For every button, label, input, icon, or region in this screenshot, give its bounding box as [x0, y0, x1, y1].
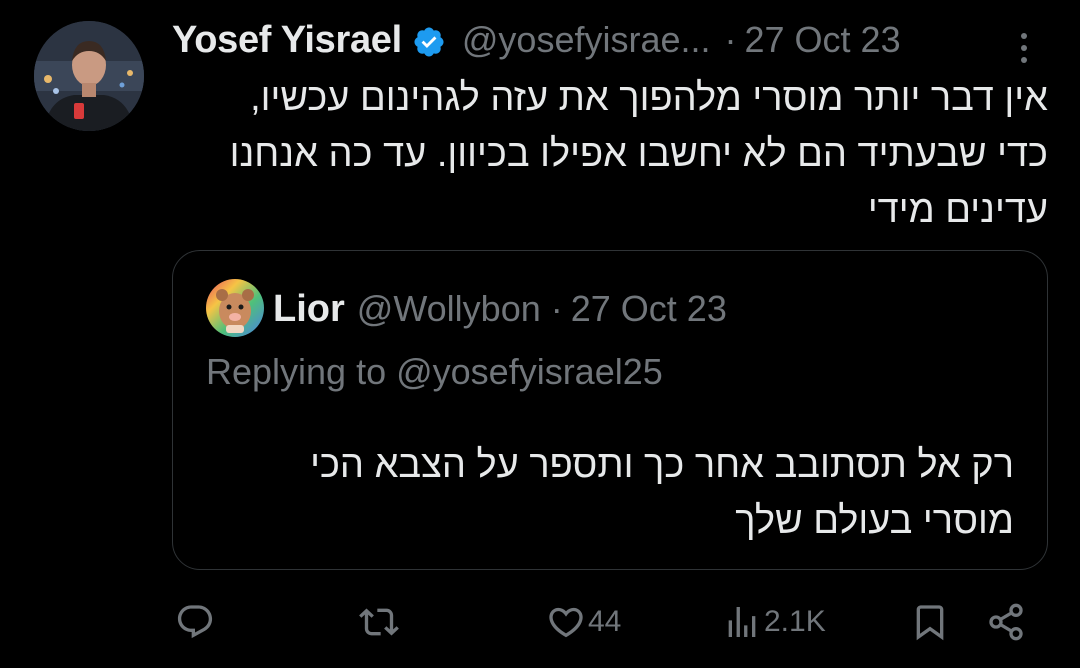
retweet-button[interactable] [359, 598, 401, 646]
quoted-text-line: מוסרי בעולם שלך [735, 500, 1014, 542]
tweet-text: אין דבר יותר מוסרי מלהפוך את עזה לגהינום… [172, 70, 1048, 238]
tweet-text-line: כדי שבעתיד הם לא יחשבו אפילו בכיוון. עד … [229, 133, 1048, 175]
quoted-tweet-text: רק אל תסתובב אחר כך ותספר על הצבא הכי מו… [206, 437, 1014, 549]
views-icon [728, 607, 756, 637]
reply-icon [177, 605, 213, 639]
share-button[interactable] [986, 598, 1028, 646]
cartoon-avatar-icon [206, 279, 264, 337]
quoted-author-avatar[interactable] [206, 279, 264, 337]
author-handle[interactable]: @yosefyisrae... [462, 19, 711, 61]
author-display-name[interactable]: Yosef Yisrael [172, 19, 402, 62]
separator-dot: · [550, 288, 563, 329]
replying-to-line: Replying to @yosefyisrael25 [206, 351, 663, 393]
quoted-tweet-header: Lior @Wollybon · 27 Oct 23 [273, 285, 727, 333]
quoted-text-line: רק אל תסתובב אחר כך ותספר על הצבא הכי [310, 444, 1014, 486]
tweet-date[interactable]: 27 Oct 23 [745, 19, 901, 61]
share-icon [989, 603, 1023, 641]
heart-icon [549, 607, 583, 638]
views-count: 2.1K [764, 605, 826, 638]
tweet: Yosef Yisrael @yosefyisrae... · 27 Oct 2… [0, 0, 1080, 668]
quoted-tweet-date[interactable]: 27 Oct 23 [571, 288, 727, 330]
bookmark-icon [916, 605, 944, 641]
tweet-header: Yosef Yisrael @yosefyisrae... · 27 Oct 2… [172, 14, 901, 66]
tweet-text-line: עדינים מידי [867, 189, 1048, 231]
verified-badge-icon[interactable] [412, 25, 446, 59]
bookmark-button[interactable] [910, 598, 952, 646]
avatar-photo-icon [34, 21, 144, 131]
more-options-icon[interactable] [1006, 28, 1042, 68]
quoted-tweet-card[interactable]: Lior @Wollybon · 27 Oct 23 Replying to @… [172, 250, 1048, 570]
replying-to-mention[interactable]: @yosefyisrael25 [396, 351, 663, 392]
separator-dot: · [724, 19, 737, 60]
like-button[interactable]: 44 [546, 598, 621, 646]
tweet-text-line: אין דבר יותר מוסרי מלהפוך את עזה לגהינום… [250, 77, 1048, 119]
replying-to-label: Replying to [206, 351, 397, 392]
reply-button[interactable] [175, 598, 217, 646]
like-count: 44 [588, 605, 622, 638]
quoted-author-handle[interactable]: @Wollybon [357, 288, 541, 330]
author-avatar[interactable] [34, 21, 144, 131]
quoted-author-display-name[interactable]: Lior [273, 288, 345, 331]
views-button[interactable]: 2.1K [722, 598, 826, 646]
retweet-icon [359, 608, 399, 636]
